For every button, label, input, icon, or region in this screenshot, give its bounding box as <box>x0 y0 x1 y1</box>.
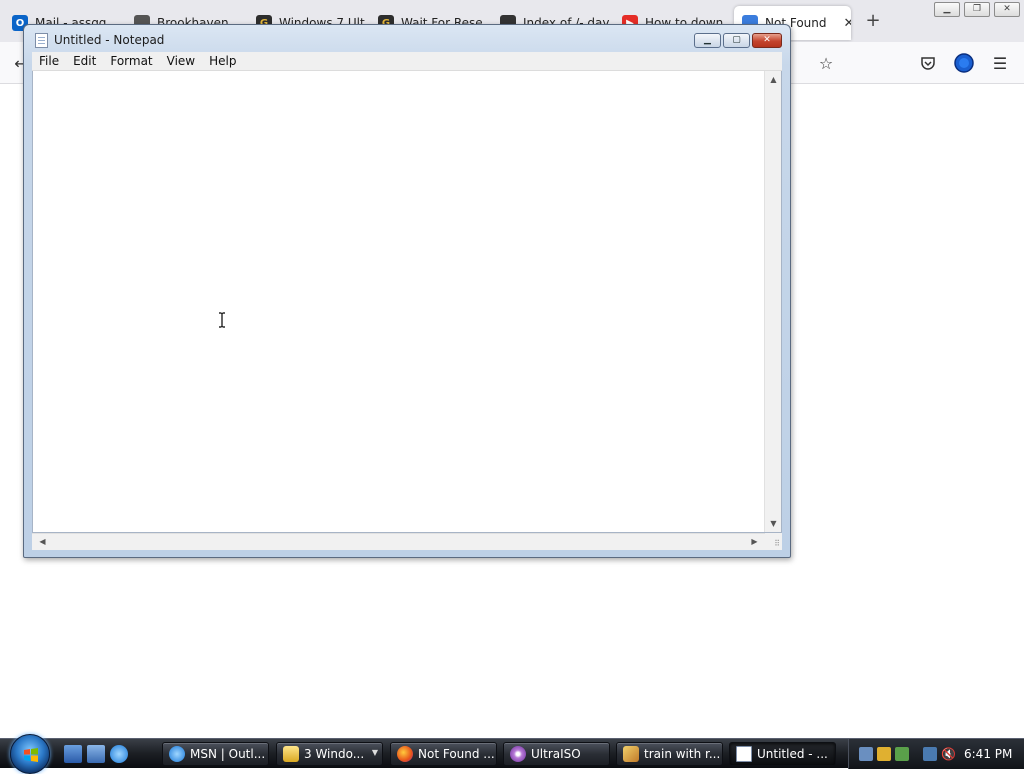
tray-security-icon[interactable] <box>895 747 909 761</box>
volume-muted-icon[interactable]: 🔇 <box>941 747 956 761</box>
chevron-down-icon: ▼ <box>371 748 378 757</box>
minimize-button[interactable]: ▁ <box>694 33 721 48</box>
tray-app-icon[interactable] <box>859 747 873 761</box>
tray-folder-icon[interactable] <box>877 747 891 761</box>
menu-icon[interactable]: ☰ <box>989 52 1011 74</box>
resize-grip-icon[interactable]: ⠿ <box>765 533 782 550</box>
horizontal-scrollbar[interactable]: ◀ ▶ <box>32 533 765 550</box>
taskbar-label: MSN | Outl... <box>190 747 266 761</box>
windows-flag-icon <box>24 748 38 762</box>
taskbar-button-ultraiso[interactable]: UltraISO <box>503 742 610 766</box>
taskbar-label: 3 Windo... <box>304 747 365 761</box>
browser-minimize-button[interactable]: ▁ <box>934 2 960 17</box>
menu-file[interactable]: File <box>32 52 66 71</box>
notepad-icon <box>35 33 48 48</box>
taskbar-button-notepad[interactable]: Untitled - ... <box>729 742 836 766</box>
notepad-window: Untitled - Notepad ▁ ▢ ✕ File Edit Forma… <box>23 24 791 558</box>
browser-close-button[interactable]: ✕ <box>994 2 1020 17</box>
clock[interactable]: 6:41 PM <box>964 747 1012 761</box>
taskbar-label: UltraISO <box>531 747 581 761</box>
taskbar-button-windows-group[interactable]: 3 Windo... ▼ <box>276 742 383 766</box>
taskbar: MSN | Outl... 3 Windo... ▼ Not Found ...… <box>0 734 1024 774</box>
window-title: Untitled - Notepad <box>54 33 165 47</box>
network-icon[interactable] <box>923 747 937 761</box>
account-icon[interactable] <box>953 52 975 74</box>
maximize-button[interactable]: ▢ <box>723 33 750 48</box>
bookmark-star-icon[interactable]: ☆ <box>815 52 837 74</box>
menu-view[interactable]: View <box>160 52 202 71</box>
taskbar-button-firefox[interactable]: Not Found ... <box>390 742 497 766</box>
scroll-right-icon[interactable]: ▶ <box>746 537 763 546</box>
notepad-titlebar[interactable]: Untitled - Notepad ▁ ▢ ✕ <box>24 25 790 55</box>
taskbar-button-msn[interactable]: MSN | Outl... <box>162 742 269 766</box>
text-editor[interactable]: ▲ ▼ <box>32 71 782 533</box>
close-tab-icon[interactable]: ✕ <box>843 16 851 31</box>
taskbar-label: Untitled - ... <box>757 747 828 761</box>
start-button[interactable] <box>10 734 50 774</box>
scroll-down-icon[interactable]: ▼ <box>765 519 782 528</box>
show-desktop-icon[interactable] <box>64 745 82 763</box>
folder-icon <box>283 746 299 762</box>
scroll-left-icon[interactable]: ◀ <box>34 537 51 546</box>
pocket-icon[interactable] <box>917 52 939 74</box>
new-tab-button[interactable]: + <box>862 10 884 32</box>
menu-format[interactable]: Format <box>103 52 159 71</box>
browser-restore-button[interactable]: ❐ <box>964 2 990 17</box>
internet-explorer-icon[interactable] <box>110 745 128 763</box>
internet-explorer-icon <box>169 746 185 762</box>
menu-edit[interactable]: Edit <box>66 52 103 71</box>
menu-help[interactable]: Help <box>202 52 243 71</box>
vertical-scrollbar[interactable]: ▲ ▼ <box>764 71 781 532</box>
notepad-icon <box>736 746 752 762</box>
taskbar-label: train with r... <box>644 747 721 761</box>
disc-icon <box>510 746 526 762</box>
switch-windows-icon[interactable] <box>87 745 105 763</box>
firefox-icon <box>397 746 413 762</box>
paint-icon <box>623 746 639 762</box>
ibeam-cursor-icon <box>219 312 225 328</box>
taskbar-button-paint[interactable]: train with r... <box>616 742 723 766</box>
scroll-up-icon[interactable]: ▲ <box>765 75 782 84</box>
menu-bar: File Edit Format View Help <box>32 52 782 71</box>
taskbar-label: Not Found ... <box>418 747 495 761</box>
close-button[interactable]: ✕ <box>752 33 782 48</box>
